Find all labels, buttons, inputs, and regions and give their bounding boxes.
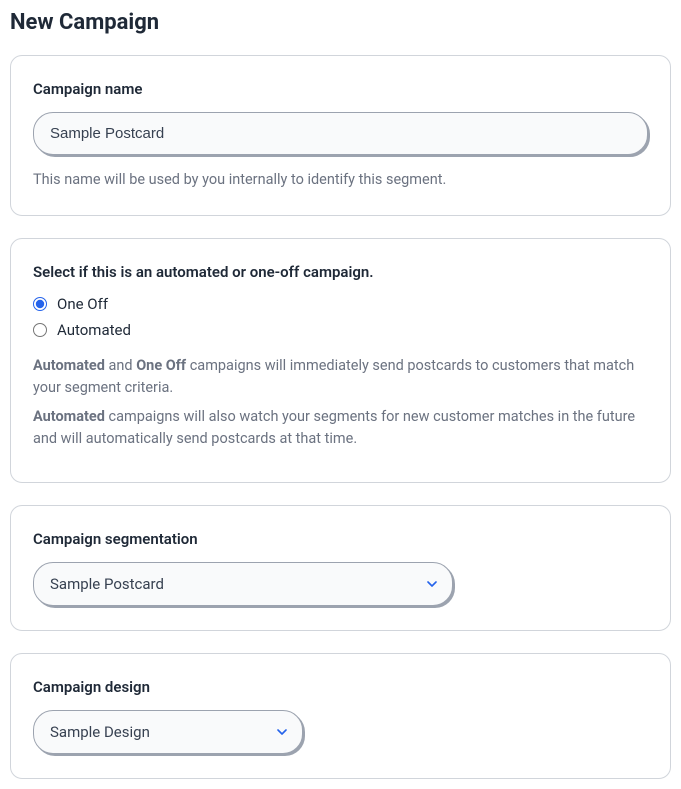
help1-strong1: Automated [33,357,105,374]
type-help-line1: Automated and One Off campaigns will imm… [33,355,648,399]
campaign-type-help: Automated and One Off campaigns will imm… [33,355,648,450]
help1-strong2: One Off [136,357,186,374]
radio-item-oneoff: One Off [33,295,648,313]
design-select[interactable]: Sample Design [33,710,303,754]
campaign-segmentation-card: Campaign segmentation Sample Postcard [10,505,671,631]
campaign-name-card: Campaign name This name will be used by … [10,55,671,216]
radio-item-automated: Automated [33,321,648,339]
radio-automated[interactable] [33,323,47,337]
campaign-name-label: Campaign name [33,80,648,98]
type-help-line2: Automated campaigns will also watch your… [33,406,648,450]
page-title: New Campaign [10,10,671,35]
segmentation-select[interactable]: Sample Postcard [33,562,453,606]
radio-automated-label[interactable]: Automated [57,321,131,339]
campaign-design-card: Campaign design Sample Design [10,653,671,779]
segmentation-select-wrap: Sample Postcard [33,562,453,606]
campaign-name-input[interactable] [33,112,648,155]
design-label: Campaign design [33,678,648,696]
campaign-type-card: Select if this is an automated or one-of… [10,238,671,483]
help1-mid: and [105,357,136,374]
design-select-wrap: Sample Design [33,710,303,754]
help2-strong: Automated [33,408,105,425]
campaign-type-label: Select if this is an automated or one-of… [33,263,648,281]
radio-oneoff[interactable] [33,297,47,311]
help2-rest: campaigns will also watch your segments … [33,408,635,447]
campaign-name-help: This name will be used by you internally… [33,169,648,191]
radio-oneoff-label[interactable]: One Off [57,295,108,313]
campaign-type-radio-group: One Off Automated [33,295,648,339]
segmentation-label: Campaign segmentation [33,530,648,548]
